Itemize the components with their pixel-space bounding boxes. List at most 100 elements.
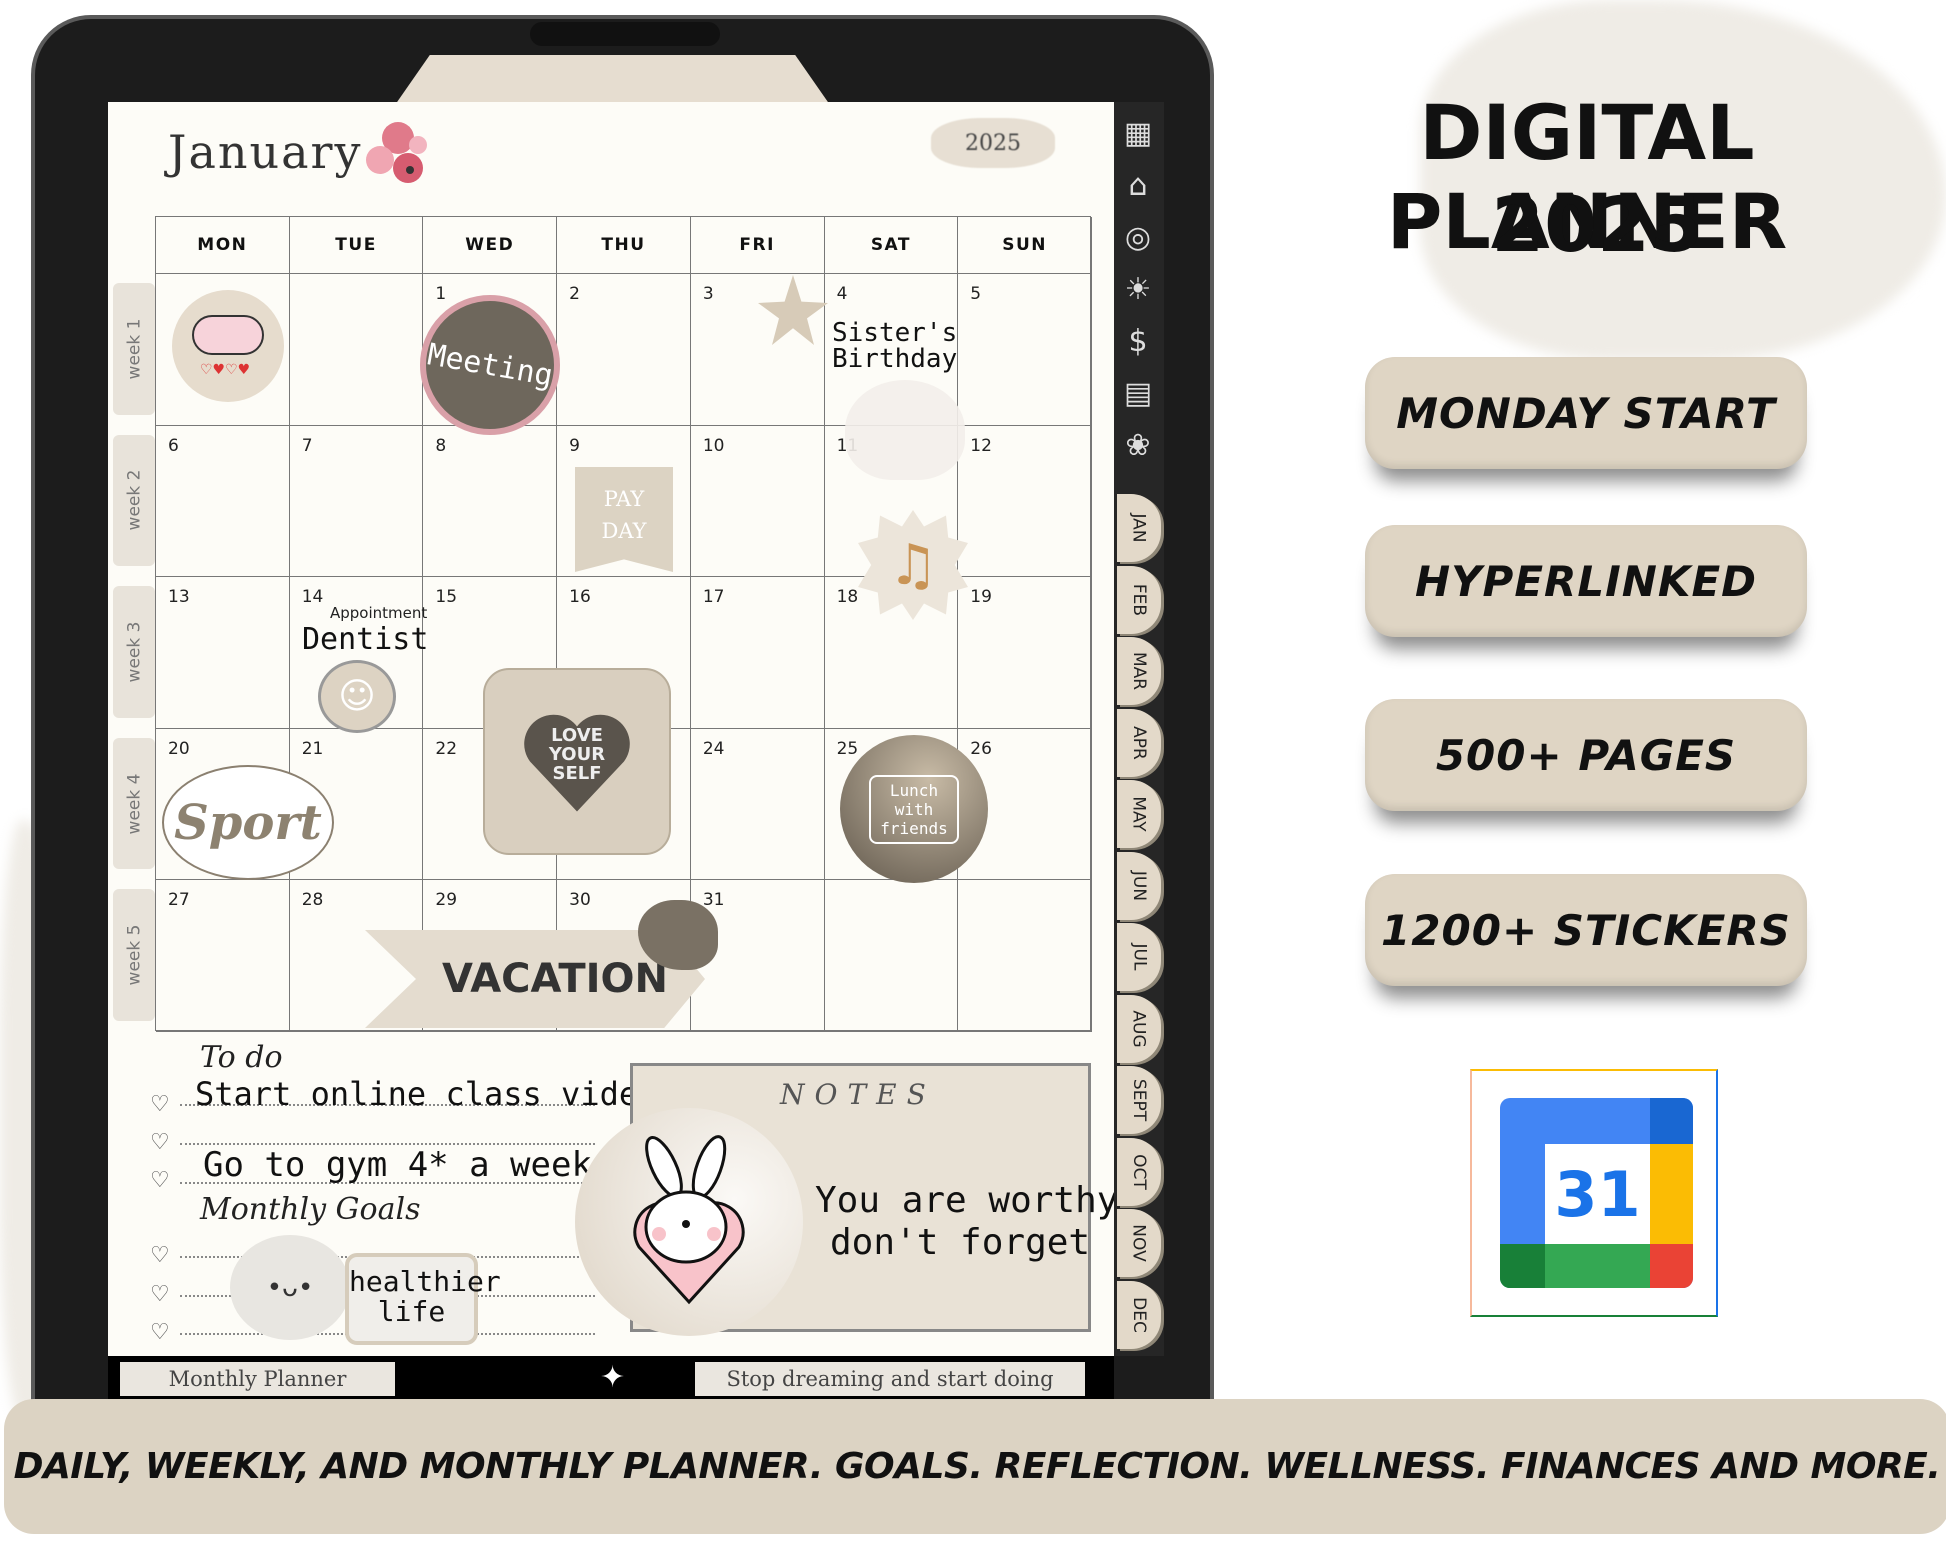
week-label[interactable]: week 2 bbox=[113, 434, 155, 567]
day-cell[interactable]: 7 bbox=[289, 425, 424, 578]
month-title: January bbox=[168, 125, 363, 179]
week-label[interactable]: week 5 bbox=[113, 889, 155, 1021]
day-cell[interactable]: 12 bbox=[958, 425, 1092, 578]
month-tab-label: SEPT bbox=[1128, 1078, 1149, 1122]
feature-stickers: 1200+ STICKERS bbox=[1365, 874, 1807, 986]
day-number: 29 bbox=[435, 890, 458, 911]
day-cell[interactable]: 17 bbox=[690, 577, 825, 729]
heart-checkbox[interactable]: ♡ bbox=[150, 1130, 170, 1155]
day-number: 19 bbox=[970, 587, 992, 608]
day-number: 28 bbox=[301, 890, 324, 911]
calendar-icon[interactable]: ▦ bbox=[1118, 112, 1158, 154]
week-label-text: week 1 bbox=[124, 318, 145, 380]
day-number: 2 bbox=[569, 284, 580, 304]
day-cell[interactable] bbox=[824, 880, 959, 1032]
month-tab-label: AUG bbox=[1129, 1009, 1149, 1048]
target-icon[interactable]: ◎ bbox=[1118, 216, 1158, 258]
wellness-icon[interactable]: ❀ bbox=[1118, 424, 1158, 466]
weekday-header: SAT bbox=[824, 217, 959, 274]
payday-sticker: PAY DAY bbox=[575, 467, 673, 572]
month-tab-label: JUL bbox=[1129, 943, 1149, 971]
notes-heading: NOTES bbox=[780, 1078, 936, 1111]
day-number: 20 bbox=[168, 738, 190, 759]
day-number: 1 bbox=[435, 284, 447, 304]
notes-text: don't forget bbox=[830, 1222, 1091, 1263]
top-notch-tab bbox=[395, 55, 830, 105]
rose-flower-icon bbox=[366, 122, 427, 183]
day-cell[interactable]: 2 bbox=[557, 274, 691, 426]
heart-flower-sticker bbox=[845, 380, 965, 480]
day-cell[interactable]: 3 bbox=[690, 274, 825, 426]
week-label[interactable]: week 1 bbox=[113, 283, 155, 415]
week-label-text: week 5 bbox=[124, 924, 145, 986]
feature-pages: 500+ PAGES bbox=[1365, 699, 1807, 811]
week-label[interactable]: week 4 bbox=[113, 737, 155, 870]
day-number: 25 bbox=[836, 738, 859, 759]
day-cell[interactable]: 10 bbox=[690, 425, 825, 578]
day-number: 10 bbox=[702, 435, 725, 456]
week-label-text: week 4 bbox=[124, 773, 145, 835]
bunny-heart-sticker bbox=[575, 1108, 803, 1336]
heart-checkbox[interactable]: ♡ bbox=[150, 1282, 170, 1307]
bunny-icon bbox=[633, 1135, 745, 1305]
day-number: 7 bbox=[301, 435, 313, 456]
day-number: 17 bbox=[702, 587, 725, 608]
month-tab-label: APR bbox=[1128, 725, 1149, 760]
month-tab-label: NOV bbox=[1129, 1224, 1149, 1262]
day-cell[interactable] bbox=[958, 880, 1092, 1032]
tooth-icon: ☺ bbox=[318, 660, 396, 733]
day-cell[interactable]: 5 bbox=[958, 274, 1092, 426]
month-tab-label: MAR bbox=[1128, 651, 1149, 691]
heart-checkbox[interactable]: ♡ bbox=[150, 1092, 170, 1117]
day-cell[interactable]: 6 bbox=[156, 425, 290, 578]
heart-checkbox[interactable]: ♡ bbox=[150, 1168, 170, 1193]
week-label[interactable]: week 3 bbox=[113, 586, 155, 718]
dentist-label: Dentist bbox=[302, 622, 429, 657]
finance-icon[interactable]: $ bbox=[1118, 320, 1158, 362]
day-cell[interactable] bbox=[289, 274, 424, 426]
weekday-header: FRI bbox=[690, 217, 825, 274]
month-tab-label: DEC bbox=[1128, 1296, 1149, 1333]
month-tab-label: JUN bbox=[1129, 870, 1149, 901]
day-number: 9 bbox=[569, 435, 580, 456]
todo-item[interactable]: Go to gym 4* a week bbox=[203, 1145, 592, 1185]
todo-item[interactable]: Start online class video bbox=[195, 1075, 657, 1113]
day-cell[interactable]: 19 bbox=[958, 577, 1092, 729]
day-number: 13 bbox=[168, 587, 190, 608]
healthier-life-sticker: healthier life bbox=[345, 1253, 501, 1345]
day-number: 16 bbox=[569, 587, 591, 608]
day-number: 3 bbox=[702, 284, 714, 304]
day-number: 30 bbox=[569, 890, 591, 911]
hearts-icon: ♡♥♡♥ bbox=[200, 362, 251, 378]
birthday-sticker: Sister's Birthday bbox=[832, 318, 958, 374]
day-number: 21 bbox=[301, 738, 324, 759]
notes-icon[interactable]: ▤ bbox=[1118, 372, 1158, 414]
day-cell[interactable]: 13 bbox=[156, 577, 290, 729]
home-icon[interactable]: ⌂ bbox=[1118, 164, 1158, 206]
month-tab-label: JAN bbox=[1129, 513, 1149, 543]
week-label-text: week 2 bbox=[124, 469, 145, 531]
appointment-label: Appointment bbox=[330, 604, 428, 622]
sport-speech-bubble: Sport bbox=[162, 765, 334, 880]
promo-banner: DAILY, WEEKLY, AND MONTHLY PLANNER. GOAL… bbox=[4, 1399, 1946, 1534]
day-number: 14 bbox=[301, 587, 324, 608]
day-cell[interactable]: 8 bbox=[423, 425, 558, 578]
year-badge: 2025 bbox=[931, 118, 1055, 168]
heart-checkbox[interactable]: ♡ bbox=[150, 1320, 170, 1345]
sparkle-icon: ✦ bbox=[600, 1360, 626, 1395]
day-number: 27 bbox=[168, 890, 190, 911]
heart-checkbox[interactable]: ♡ bbox=[150, 1243, 170, 1268]
month-tab-label: MAY bbox=[1129, 796, 1149, 832]
day-number: 15 bbox=[435, 587, 458, 608]
footer-quote: Stop dreaming and start doing bbox=[695, 1362, 1085, 1396]
lightbulb-icon[interactable]: ☀ bbox=[1118, 268, 1158, 310]
day-number: 18 bbox=[836, 587, 859, 608]
day-cell[interactable]: 24 bbox=[690, 728, 825, 881]
month-tab-label: FEB bbox=[1129, 583, 1149, 616]
day-number: 8 bbox=[435, 435, 447, 456]
monthly-goals-heading: Monthly Goals bbox=[200, 1192, 421, 1227]
google-calendar-icon: 31 bbox=[1470, 1069, 1718, 1317]
day-cell[interactable]: 27 bbox=[156, 880, 290, 1032]
todo-heading: To do bbox=[200, 1040, 283, 1075]
feature-monday-start: MONDAY START bbox=[1365, 357, 1807, 469]
